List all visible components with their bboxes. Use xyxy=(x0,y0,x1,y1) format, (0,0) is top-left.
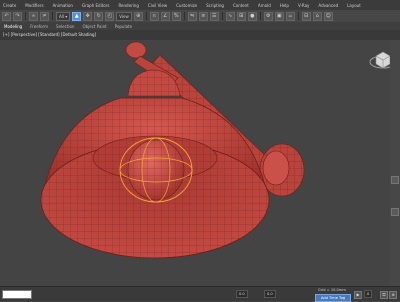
side-panel-button[interactable] xyxy=(391,176,399,184)
tab-selection[interactable]: Selection xyxy=(56,24,74,29)
snap-icon[interactable]: ∩ xyxy=(149,11,159,21)
workspace-icon[interactable]: ⌂ xyxy=(312,11,322,21)
move-icon[interactable]: ✥ xyxy=(83,11,93,21)
toolbar-divider xyxy=(145,12,147,20)
menu-scripting[interactable]: Scripting xyxy=(203,3,230,8)
render-setup-icon[interactable]: ⚙ xyxy=(263,11,273,21)
reference-coordinate-select[interactable]: View xyxy=(116,11,132,21)
sign-in-icon[interactable]: ☺ xyxy=(323,11,333,21)
menu-create[interactable]: Create xyxy=(0,3,22,8)
angle-snap-icon[interactable]: ∠ xyxy=(160,11,170,21)
selection-filter-select[interactable]: All ▾ xyxy=(56,11,71,21)
link-icon[interactable]: ∞ xyxy=(29,11,38,21)
x-coordinate-field[interactable]: 0.0 xyxy=(236,290,248,298)
menu-graph-editors[interactable]: Graph Editors xyxy=(79,3,115,8)
tab-modeling[interactable]: Modeling xyxy=(4,24,22,29)
menu-arnold[interactable]: Arnold xyxy=(255,3,277,8)
menu-layout[interactable]: Layout xyxy=(344,3,367,8)
menu-help[interactable]: Help xyxy=(277,3,295,8)
menu-animation[interactable]: Animation xyxy=(50,3,79,8)
mirror-icon[interactable]: ⇋ xyxy=(187,11,197,21)
toolbar-divider xyxy=(25,12,26,20)
viewport-label[interactable]: [+] [Perspective] [Standard] [Default Sh… xyxy=(3,32,96,37)
schematic-view-icon[interactable]: ⊞ xyxy=(236,11,246,21)
scale-icon[interactable]: ◰ xyxy=(105,11,115,21)
align-icon[interactable]: ≡ xyxy=(198,11,208,21)
material-editor-icon[interactable]: ● xyxy=(247,11,257,21)
menu-modifiers[interactable]: Modifiers xyxy=(22,3,49,8)
maxscript-listener-input[interactable] xyxy=(2,290,32,299)
frame-field[interactable]: 0 xyxy=(364,290,373,298)
y-coordinate-field[interactable]: 0.0 xyxy=(264,290,276,298)
menu-vray[interactable]: V-Ray xyxy=(295,3,315,8)
key-icon[interactable]: ⚿ xyxy=(380,291,388,299)
light-bulb xyxy=(119,137,193,203)
lamp-mesh-render xyxy=(40,41,305,259)
add-time-tag-button[interactable]: Add Time Tag xyxy=(315,294,351,302)
main-toolbar: ↶ ↷ ∞ ≠ All ▾ ▲ ✥ ↻ ◰ View ⊕ ∩ ∠ % ⇋ ≡ ☰… xyxy=(0,10,400,22)
undo-icon[interactable]: ↶ xyxy=(2,11,11,21)
select-icon[interactable]: ▲ xyxy=(72,11,82,21)
toolbar-divider xyxy=(259,12,261,20)
render-frame-icon[interactable]: ▣ xyxy=(274,11,284,21)
toolbar-divider xyxy=(183,12,185,20)
pivot-icon[interactable]: ⊕ xyxy=(133,11,143,21)
status-bar: 0.0 0.0 Grid = 10.0mm Add Time Tag ▶ 0 ⚿… xyxy=(0,286,400,302)
toolbar-divider xyxy=(52,12,53,20)
ribbon-tabs: Modeling Freeform Selection Object Paint… xyxy=(0,22,400,30)
menu-rendering[interactable]: Rendering xyxy=(115,3,144,8)
scene-explorer-icon[interactable]: ⊟ xyxy=(301,11,311,21)
menu-customize[interactable]: Customize xyxy=(173,3,203,8)
grid-size-label: Grid = 10.0mm xyxy=(318,288,346,292)
render-icon[interactable]: ☕ xyxy=(285,11,295,21)
redo-icon[interactable]: ↷ xyxy=(13,11,22,21)
perspective-viewport[interactable] xyxy=(0,40,400,286)
tab-populate[interactable]: Populate xyxy=(115,24,132,29)
zoom-icon[interactable]: ⊕ xyxy=(389,291,397,299)
menu-bar: Create Modifiers Animation Graph Editors… xyxy=(0,0,400,10)
menu-advanced[interactable]: Advanced xyxy=(315,3,344,8)
toolbar-divider xyxy=(297,12,299,20)
tab-object-paint[interactable]: Object Paint xyxy=(82,24,106,29)
percent-snap-icon[interactable]: % xyxy=(171,11,181,21)
layer-icon[interactable]: ☰ xyxy=(209,11,219,21)
toolbar-divider xyxy=(221,12,223,20)
menu-content[interactable]: Content xyxy=(230,3,255,8)
curve-editor-icon[interactable]: ∿ xyxy=(225,11,235,21)
tab-freeform[interactable]: Freeform xyxy=(30,24,48,29)
menu-civil-view[interactable]: Civil View xyxy=(145,3,173,8)
play-icon[interactable]: ▶ xyxy=(354,291,362,299)
rotate-icon[interactable]: ↻ xyxy=(94,11,104,21)
unlink-icon[interactable]: ≠ xyxy=(40,11,49,21)
side-panel xyxy=(390,40,400,286)
side-panel-button[interactable] xyxy=(391,208,399,216)
